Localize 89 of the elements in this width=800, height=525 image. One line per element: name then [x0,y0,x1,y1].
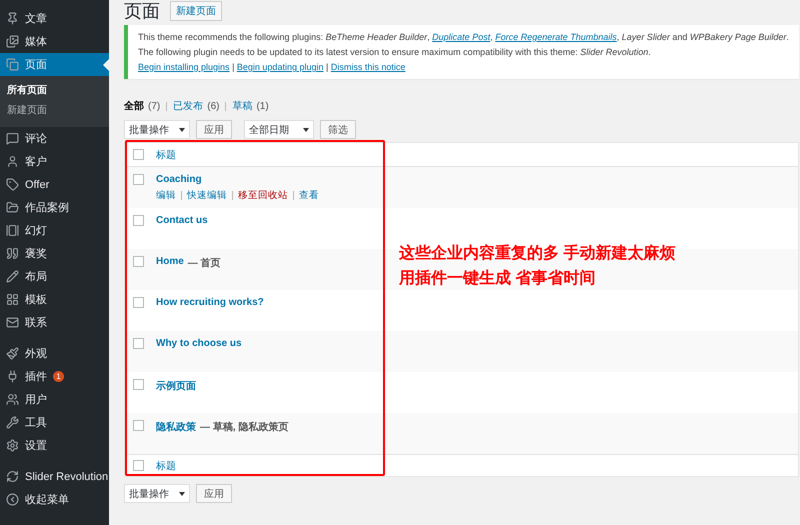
update-count-badge: 1 [53,371,64,382]
menu-icon [6,247,19,260]
sidebar-item[interactable]: Slider Revolution [0,465,109,488]
status-count: (6) [207,100,220,112]
submenu-item[interactable]: 新建页面 [0,100,109,120]
add-new-button[interactable]: 新建页面 [170,1,222,21]
page-title-link[interactable]: 隐私政策 [156,420,196,434]
row-checkbox[interactable] [133,215,144,226]
row-checkbox[interactable] [133,420,144,431]
row-checkbox[interactable] [133,174,144,185]
row-action-link[interactable]: 编辑 [156,189,176,202]
bulk-actions-select[interactable]: 批量操作 [124,120,190,139]
menu-icon [6,293,19,306]
menu-icon [6,12,19,25]
sidebar-item[interactable]: 插件 1 [0,365,109,388]
menu-icon [6,58,19,71]
date-filter-select[interactable]: 全部日期 [244,120,314,139]
sidebar-item[interactable]: 客户 [0,150,109,173]
row-checkbox[interactable] [133,297,144,308]
menu-icon [6,201,19,214]
menu-icon [6,439,19,452]
sidebar-item[interactable]: 页面 [0,53,109,76]
sidebar-item[interactable]: 收起菜单 [0,488,109,511]
sidebar-item[interactable]: 幻灯 [0,219,109,242]
sidebar-item[interactable]: Offer [0,173,109,196]
row-action-link[interactable]: 移至回收站 [238,189,288,202]
row-action-link[interactable]: 查看 [299,189,319,202]
notice-line: This theme recommends the following plugins: BeTheme Header Builder, Duplicate Post, Force Regenerate Thumbnails, Layer Slider and WPBakery Page Builder. [138,32,789,42]
menu-icon [6,347,19,360]
status-filter-link[interactable]: 全部 [124,99,144,113]
filter-button[interactable]: 筛选 [320,120,356,139]
page-title-link[interactable]: Why to choose us [156,338,242,349]
status-filter-link[interactable]: 草稿 [232,99,252,113]
page-state: — 首页 [188,256,221,270]
page-state: — 草稿, 隐私政策页 [200,420,288,434]
menu-icon [6,493,19,506]
notice-action-link[interactable]: Dismiss this notice [330,62,406,72]
status-filter-link[interactable]: 已发布 [173,99,204,113]
bulk-actions-select[interactable]: 批量操作 [124,484,190,503]
page-title-link[interactable]: Contact us [156,215,208,226]
apply-button[interactable]: 应用 [196,484,232,503]
page-title-link[interactable]: How recruiting works? [156,297,264,308]
menu-icon [6,270,19,283]
menu-icon [6,370,19,383]
sidebar-item[interactable]: 媒体 [0,30,109,53]
column-heading[interactable]: 标题 [156,458,176,472]
status-count: (7) [148,100,160,112]
menu-icon [6,35,19,48]
row-checkbox[interactable] [133,379,144,390]
sidebar-item[interactable]: 文章 [0,7,109,30]
menu-icon [6,393,19,406]
notice-action-link[interactable]: Begin updating plugin [236,62,324,72]
column-heading[interactable]: 标题 [156,148,176,162]
sidebar-item[interactable]: 评论 [0,127,109,150]
select-all-checkbox[interactable] [133,460,144,471]
page-title: 页面 [124,0,160,23]
submenu-item[interactable]: 所有页面 [0,80,109,100]
sidebar-item[interactable]: 外观 [0,342,109,365]
annotation-text: 用插件一键生成 省事省时间 [399,268,596,289]
apply-button[interactable]: 应用 [196,120,232,139]
notice-line: The following plugin needs to be updated to its latest version to ensure maximum compatibility with this theme: Slider Revolution. [138,47,652,57]
notice-line: Begin installing plugins | Begin updating plugin | Dismiss this notice [138,62,406,72]
row-checkbox[interactable] [133,256,144,267]
sidebar-item[interactable]: 联系 [0,311,109,334]
notice-action-link[interactable]: Begin installing plugins [138,62,230,72]
sidebar-item[interactable]: 设置 [0,434,109,457]
menu-icon [6,155,19,168]
menu-icon [6,470,19,483]
sidebar-item[interactable]: 用户 [0,388,109,411]
row-checkbox[interactable] [133,338,144,349]
sidebar-item[interactable]: 布局 [0,265,109,288]
status-count: (1) [256,100,269,112]
page-title-link[interactable]: Coaching [156,174,202,185]
sidebar-item[interactable]: 作品案例 [0,196,109,219]
select-all-checkbox[interactable] [133,149,144,160]
menu-icon [6,416,19,429]
sidebar-item[interactable]: 模板 [0,288,109,311]
plugin-link[interactable]: Duplicate Post [432,32,490,42]
row-action-link[interactable]: 快速编辑 [187,189,227,202]
menu-icon [6,178,19,191]
plugin-link[interactable]: , Force Regenerate Thumbnails [490,32,617,42]
sidebar-item[interactable]: 褒奖 [0,242,109,265]
menu-icon [6,132,19,145]
menu-icon [6,316,19,329]
annotation-text: 这些企业内容重复的多 手动新建太麻烦 [399,243,676,264]
menu-icon [6,224,19,237]
page-title-link[interactable]: 示例页面 [156,379,196,393]
page-title-link[interactable]: Home [156,256,184,270]
sidebar-item[interactable]: 工具 [0,411,109,434]
